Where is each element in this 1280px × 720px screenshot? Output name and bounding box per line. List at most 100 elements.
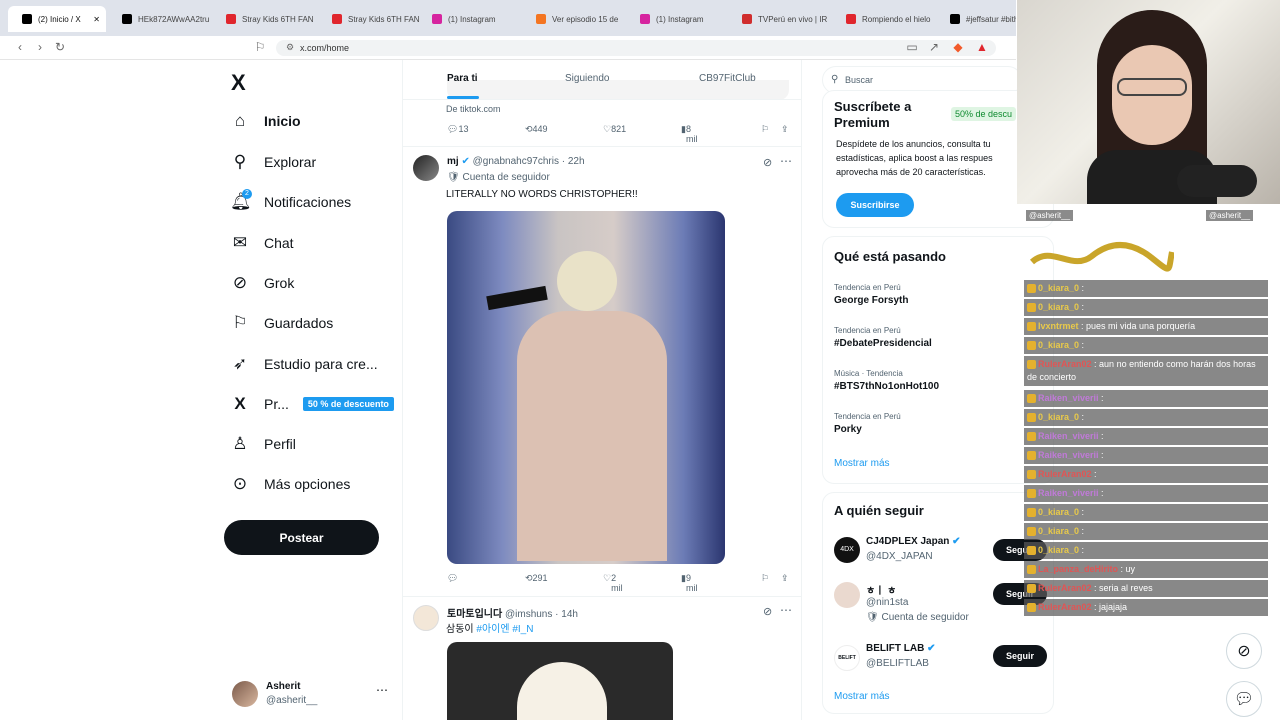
bookmark-button[interactable]: ⚐ bbox=[761, 124, 769, 135]
share-button[interactable]: ⇪ bbox=[781, 124, 789, 135]
reply-button[interactable]: 💬︎ 13 bbox=[447, 124, 468, 135]
browser-tab[interactable]: Stray Kids 6TH FAN bbox=[212, 6, 316, 32]
sidebar-item-more[interactable]: ⊙ Más opciones bbox=[230, 469, 351, 499]
views-button[interactable]: ▮ 9 mil bbox=[681, 573, 697, 593]
browser-tab[interactable]: (2) Inicio / X ✕ bbox=[8, 6, 106, 32]
tab-following[interactable]: Siguiendo bbox=[565, 73, 609, 84]
chat-username[interactable]: Raiken_viverii bbox=[1038, 431, 1099, 441]
hashtag-link[interactable]: #아이엔 #I_N bbox=[476, 624, 533, 635]
browser-tab[interactable]: (1) Instagram bbox=[626, 6, 730, 32]
brave-rewards-icon[interactable]: ▲ bbox=[974, 40, 990, 54]
grok-fab-icon[interactable]: ⊘ bbox=[1226, 633, 1262, 669]
chat-message: RulerAran02 : aun no entiendo como harán… bbox=[1024, 356, 1268, 386]
sidebar-item-notifications[interactable]: 🔔︎ 2 Notificaciones bbox=[230, 187, 351, 217]
avatar[interactable] bbox=[413, 605, 439, 631]
bookmark-page-icon[interactable]: ⚐ bbox=[252, 40, 268, 54]
share-button[interactable]: ⇪ bbox=[781, 573, 789, 584]
avatar[interactable] bbox=[413, 155, 439, 181]
chat-username[interactable]: 0_kiara_0 bbox=[1038, 526, 1079, 536]
browser-tab[interactable]: #jeffsatur #bith bbox=[936, 6, 1016, 32]
photo-subject-body bbox=[517, 311, 667, 561]
brave-shield-icon[interactable]: ◆ bbox=[950, 40, 966, 54]
chat-username[interactable]: RulerAran02 bbox=[1038, 359, 1092, 369]
back-icon[interactable]: ‹ bbox=[12, 40, 28, 54]
chat-username[interactable]: Raiken_viverii bbox=[1038, 450, 1099, 460]
verified-icon: ✔ bbox=[927, 643, 936, 654]
tweet-text: LITERALLY NO WORDS CHRISTOPHER!! bbox=[446, 189, 638, 200]
tab-list-cb97fitclub[interactable]: CB97FitClub bbox=[699, 73, 756, 84]
site-info-icon[interactable]: ⚙ bbox=[282, 42, 298, 53]
avatar[interactable]: BELIFT bbox=[834, 645, 860, 671]
tweet-photo[interactable] bbox=[447, 642, 673, 720]
cast-icon[interactable]: ▭ bbox=[904, 40, 920, 54]
tiktok-favicon-icon bbox=[950, 14, 960, 24]
x-logo-icon[interactable]: X bbox=[231, 70, 246, 96]
follow-handle: @nin1sta bbox=[866, 597, 909, 608]
sidebar-item-home[interactable]: ⌂ Inicio bbox=[230, 106, 301, 136]
close-tab-icon[interactable]: ✕ bbox=[93, 15, 106, 24]
follow-button[interactable]: Seguir bbox=[993, 645, 1047, 667]
post-button[interactable]: Postear bbox=[224, 520, 379, 555]
chat-username[interactable]: 0_kiara_0 bbox=[1038, 545, 1079, 555]
views-button[interactable]: ▮ 8 mil bbox=[681, 124, 697, 144]
chat-username[interactable]: Raiken_viverii bbox=[1038, 393, 1099, 403]
follow-name: BELIFT LAB ✔ bbox=[866, 643, 936, 654]
chat-username[interactable]: 0_kiara_0 bbox=[1038, 340, 1079, 350]
sidebar-item-chat[interactable]: ✉ Chat bbox=[230, 228, 294, 258]
repost-button[interactable]: ⟲ 291 bbox=[525, 573, 548, 584]
sidebar-item-grok[interactable]: ⊘ Grok bbox=[230, 268, 294, 298]
chat-username[interactable]: La_panza_deHirito bbox=[1038, 564, 1118, 574]
tvperu-favicon-icon bbox=[742, 14, 752, 24]
browser-tab[interactable]: (1) Instagram bbox=[418, 6, 522, 32]
chat-username[interactable]: RulerAran02 bbox=[1038, 583, 1092, 593]
stream-chat: 0_kiara_0 : 0_kiara_0 : Ivxntrmet : pues… bbox=[1024, 278, 1270, 618]
chat-message: 0_kiara_0 : bbox=[1024, 337, 1268, 354]
chat-username[interactable]: RulerAran02 bbox=[1038, 602, 1092, 612]
sidebar-item-bookmarks[interactable]: ⚐ Guardados bbox=[230, 308, 333, 338]
sidebar-item-explore[interactable]: ⚲ Explorar bbox=[230, 147, 316, 177]
timeline: De tiktok.com 💬︎ 13 ⟲ 449 ♡ 821 ▮ 8 mil … bbox=[402, 60, 802, 720]
browser-tab[interactable]: Ver episodio 15 de bbox=[522, 6, 626, 32]
chat-username[interactable]: RulerAran02 bbox=[1038, 469, 1092, 479]
bookmark-button[interactable]: ⚐ bbox=[761, 573, 769, 584]
sidebar-item-profile[interactable]: ♙ Perfil bbox=[230, 429, 296, 459]
chat-username[interactable]: 0_kiara_0 bbox=[1038, 283, 1079, 293]
sidebar-item-premium[interactable]: X Pr... 50 % de descuento bbox=[230, 389, 394, 419]
like-button[interactable]: ♡ 2 mil bbox=[603, 573, 623, 593]
chat-username[interactable]: 0_kiara_0 bbox=[1038, 302, 1079, 312]
chat-username[interactable]: Raiken_viverii bbox=[1038, 488, 1099, 498]
browser-tab[interactable]: TVPerú en vivo | IR bbox=[728, 6, 832, 32]
tab-for-you[interactable]: Para ti bbox=[447, 73, 478, 84]
reload-icon[interactable]: ↻ bbox=[52, 40, 68, 54]
chat-badge-icon bbox=[1027, 508, 1036, 518]
subscribe-button[interactable]: Suscribirse bbox=[836, 193, 914, 217]
avatar[interactable]: 4DX bbox=[834, 537, 860, 563]
chat-username[interactable]: Ivxntrmet bbox=[1038, 321, 1079, 331]
photo-subject bbox=[517, 662, 607, 720]
chat-username[interactable]: 0_kiara_0 bbox=[1038, 412, 1079, 422]
grok-tweet-icon[interactable]: ⊘ bbox=[763, 156, 772, 169]
browser-tab[interactable]: Stray Kids 6TH FAN bbox=[318, 6, 422, 32]
forward-icon[interactable]: › bbox=[32, 40, 48, 54]
tweet-photo[interactable] bbox=[447, 211, 725, 564]
show-more-follow-link[interactable]: Mostrar más bbox=[834, 691, 890, 702]
chat-badge-icon bbox=[1027, 527, 1036, 537]
chat-username[interactable]: 0_kiara_0 bbox=[1038, 507, 1079, 517]
repost-button[interactable]: ⟲ 449 bbox=[525, 124, 548, 135]
browser-tab[interactable]: Rompiendo el hielo bbox=[832, 6, 936, 32]
like-button[interactable]: ♡ 821 bbox=[603, 124, 626, 135]
browser-tab[interactable]: HEk872AWwAA2tru bbox=[108, 6, 212, 32]
avatar[interactable] bbox=[834, 582, 860, 608]
more-icon[interactable]: ⋯ bbox=[376, 683, 388, 697]
share-icon[interactable]: ↗ bbox=[926, 40, 942, 54]
chat-fab-icon[interactable]: 💬︎ bbox=[1226, 681, 1262, 717]
chat-badge-icon bbox=[1027, 565, 1036, 575]
sidebar-item-creator-studio[interactable]: ➶ Estudio para cre... bbox=[230, 349, 378, 379]
grok-tweet-icon[interactable]: ⊘ bbox=[763, 605, 772, 618]
account-switcher[interactable]: Asherit @asherit__ ⋯ bbox=[230, 678, 390, 712]
more-icon[interactable]: ⋯ bbox=[780, 603, 792, 617]
reply-button[interactable]: 💬︎ bbox=[447, 573, 458, 584]
url-input[interactable]: x.com/home bbox=[276, 40, 996, 56]
more-icon[interactable]: ⋯ bbox=[780, 154, 792, 168]
show-more-trends-link[interactable]: Mostrar más bbox=[834, 458, 890, 469]
